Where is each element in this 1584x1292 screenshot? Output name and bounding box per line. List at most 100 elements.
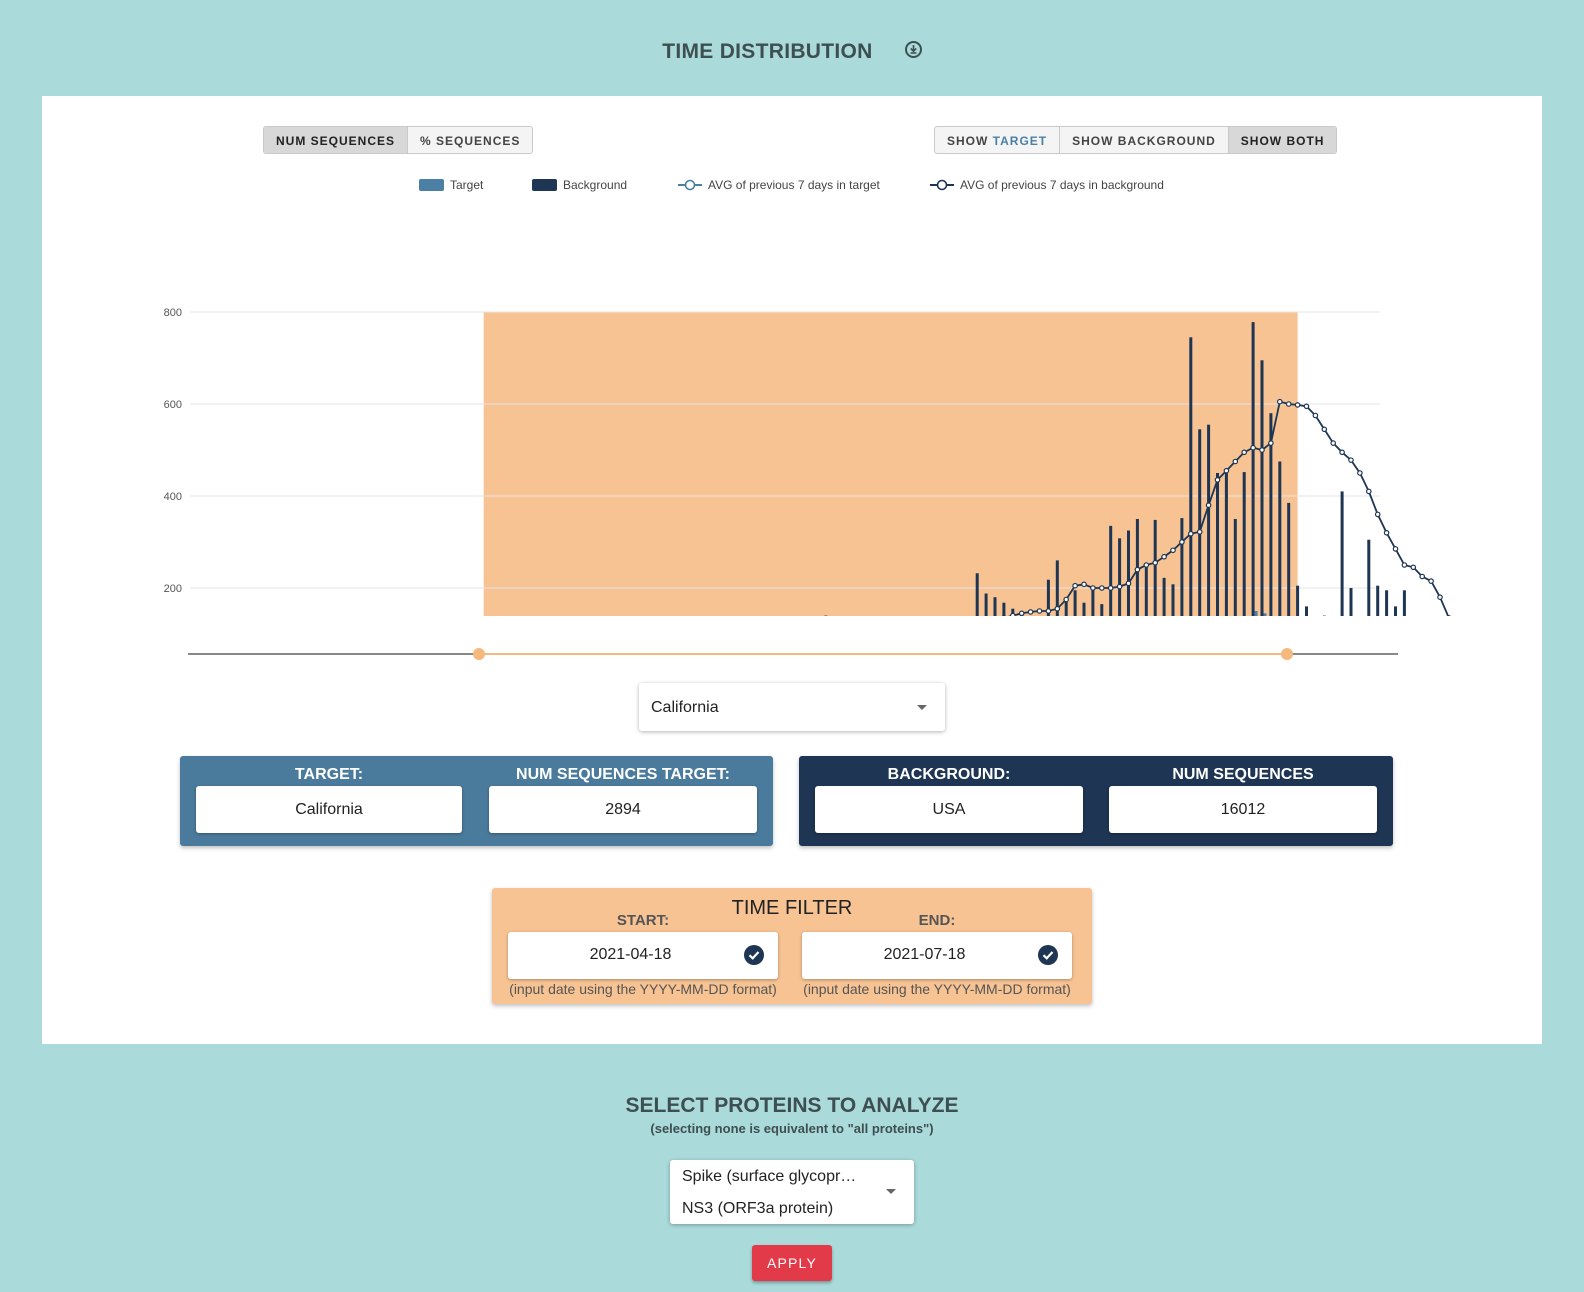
slider-end-handle[interactable] bbox=[1281, 648, 1293, 660]
background-bar bbox=[1100, 604, 1104, 616]
legend-avg-background-label: AVG of previous 7 days in background bbox=[960, 178, 1164, 192]
avg-background-point bbox=[1410, 564, 1417, 571]
page-title: TIME DISTRIBUTION bbox=[0, 40, 1584, 64]
download-icon[interactable] bbox=[904, 40, 922, 58]
avg-background-point bbox=[1072, 582, 1078, 589]
chevron-down-icon bbox=[917, 705, 927, 710]
slider-start-handle[interactable] bbox=[473, 648, 485, 660]
avg-background-point bbox=[1045, 608, 1052, 614]
avg-background-point bbox=[1205, 502, 1212, 509]
background-bar bbox=[1171, 584, 1175, 616]
avg-background-point bbox=[1214, 477, 1221, 483]
avg-background-point bbox=[1392, 546, 1399, 552]
target-field[interactable]: California bbox=[196, 786, 462, 833]
mode-toggle: NUM SEQUENCES % SEQUENCES bbox=[263, 126, 534, 154]
avg-background-point bbox=[1036, 608, 1043, 614]
avg-background-point bbox=[1134, 566, 1141, 573]
avg-background-point bbox=[1090, 585, 1096, 591]
location-select[interactable]: California bbox=[639, 683, 945, 731]
background-bar bbox=[1394, 606, 1397, 616]
time-distribution-chart[interactable]: 02004006008002021-03-162021-03-262021-04… bbox=[42, 196, 1542, 616]
background-bar bbox=[1198, 429, 1202, 616]
avg-target-swatch bbox=[678, 179, 702, 191]
y-tick-label: 800 bbox=[164, 307, 182, 319]
avg-background-point bbox=[1081, 581, 1087, 588]
avg-background-point bbox=[1152, 559, 1159, 566]
avg-background-point bbox=[1428, 578, 1434, 584]
avg-background-point bbox=[1348, 457, 1354, 463]
show-target-label: TARGET bbox=[992, 134, 1048, 148]
legend-avg-background[interactable]: AVG of previous 7 days in background bbox=[930, 178, 1164, 192]
num-sequences-target-field: 2894 bbox=[489, 786, 757, 833]
background-bar bbox=[1349, 588, 1353, 616]
avg-background-point bbox=[1125, 580, 1132, 587]
avg-background-point bbox=[1223, 467, 1230, 474]
end-date-input[interactable]: 2021-07-18 bbox=[802, 932, 1072, 979]
background-bar bbox=[1118, 538, 1122, 616]
avg-background-point bbox=[1268, 440, 1274, 446]
avg-background-point bbox=[1179, 539, 1185, 545]
background-bar bbox=[984, 593, 988, 616]
background-label: BACKGROUND: bbox=[887, 766, 1011, 783]
avg-background-point bbox=[1294, 402, 1301, 408]
background-bar bbox=[1340, 491, 1344, 616]
avg-background-point bbox=[1063, 596, 1069, 603]
avg-background-point bbox=[1170, 547, 1176, 554]
background-bar bbox=[1305, 606, 1308, 616]
background-bar bbox=[1242, 472, 1246, 616]
num-sequences-target-label: NUM SEQUENCES TARGET: bbox=[516, 766, 730, 783]
protein-multiselect[interactable]: Spike (surface glycopr… NS3 (ORF3a prote… bbox=[670, 1160, 914, 1224]
background-bar bbox=[1251, 322, 1255, 616]
background-bar bbox=[1144, 567, 1148, 616]
target-info-box: TARGET: California NUM SEQUENCES TARGET:… bbox=[180, 756, 773, 846]
background-bar bbox=[1402, 590, 1406, 616]
show-both-button[interactable]: SHOW BOTH bbox=[1228, 127, 1337, 153]
location-select-value: California bbox=[651, 699, 719, 716]
legend-avg-target-label: AVG of previous 7 days in target bbox=[708, 178, 880, 192]
num-sequences-background-field: 16012 bbox=[1109, 786, 1377, 833]
avg-background-point bbox=[1277, 398, 1283, 405]
num-sequences-button[interactable]: NUM SEQUENCES bbox=[264, 127, 409, 153]
show-background-button[interactable]: SHOW BACKGROUND bbox=[1060, 127, 1229, 153]
legend-background[interactable]: Background bbox=[532, 178, 627, 192]
background-bar bbox=[1207, 424, 1211, 616]
background-bar bbox=[1162, 577, 1166, 616]
background-bar bbox=[1127, 530, 1130, 616]
avg-background-point bbox=[1259, 447, 1265, 453]
background-field[interactable]: USA bbox=[815, 786, 1083, 833]
protein-section-title: SELECT PROTEINS TO ANALYZE bbox=[625, 1094, 959, 1117]
check-circle-icon bbox=[744, 945, 764, 965]
start-date-input[interactable]: 2021-04-18 bbox=[508, 932, 778, 979]
background-bar bbox=[1287, 502, 1291, 616]
background-bar bbox=[993, 597, 997, 616]
avg-background-point bbox=[1232, 458, 1239, 465]
page-title-text: TIME DISTRIBUTION bbox=[662, 40, 873, 63]
y-tick-label: 600 bbox=[164, 399, 182, 411]
target-swatch bbox=[419, 178, 444, 191]
background-bar bbox=[1082, 602, 1086, 616]
avg-background-point bbox=[1303, 403, 1310, 410]
apply-button[interactable]: APPLY bbox=[752, 1245, 832, 1281]
legend-target[interactable]: Target bbox=[419, 178, 483, 192]
start-label: START: bbox=[616, 912, 670, 929]
legend-target-label: Target bbox=[450, 178, 484, 192]
background-info-box: BACKGROUND: USA NUM SEQUENCES BACKGROUND… bbox=[799, 756, 1393, 846]
avg-background-point bbox=[1241, 449, 1248, 456]
check-circle-icon bbox=[1038, 945, 1058, 965]
background-bar bbox=[1385, 590, 1389, 616]
target-bar bbox=[1254, 611, 1258, 616]
background-bar bbox=[1180, 518, 1184, 616]
legend-avg-target[interactable]: AVG of previous 7 days in target bbox=[678, 178, 880, 192]
background-bar bbox=[1216, 473, 1219, 616]
show-target-prefix: SHOW bbox=[947, 134, 993, 148]
avg-background-swatch bbox=[930, 179, 954, 191]
avg-background-point bbox=[1339, 449, 1345, 456]
end-date-value: 2021-07-18 bbox=[883, 946, 966, 963]
date-range-slider[interactable] bbox=[188, 648, 1398, 660]
percent-sequences-button[interactable]: % SEQUENCES bbox=[408, 127, 533, 153]
avg-background-point bbox=[1383, 529, 1390, 536]
background-bar bbox=[1224, 470, 1228, 616]
show-target-button[interactable]: SHOW TARGET bbox=[935, 127, 1061, 153]
target-bar bbox=[1263, 613, 1267, 616]
time-filter-box: TIME FILTER START: END: 2021-04-18 2021-… bbox=[492, 888, 1092, 1004]
